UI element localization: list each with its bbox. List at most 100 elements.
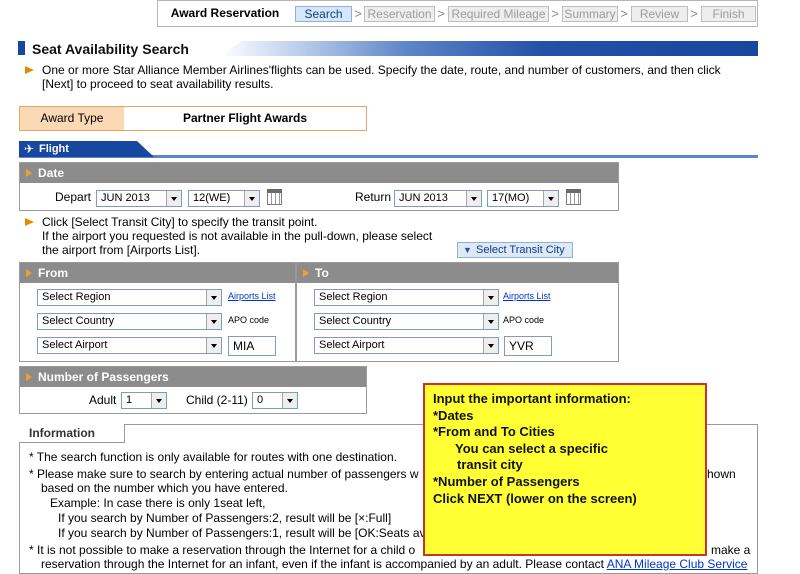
chevron-down-icon <box>166 191 181 206</box>
to-header-label: To <box>315 266 329 280</box>
passengers-header: Number of Passengers <box>20 367 366 387</box>
depart-calendar-icon[interactable] <box>267 189 282 205</box>
from-airport-select[interactable]: Select Airport <box>37 337 222 354</box>
from-region-value: Select Region <box>42 291 111 303</box>
adult-count-value: 1 <box>126 394 133 406</box>
chevron-down-icon <box>206 290 221 305</box>
depart-day-select[interactable]: 12(WE) <box>188 190 260 207</box>
from-header-label: From <box>38 266 68 280</box>
passengers-header-label: Number of Passengers <box>38 370 169 384</box>
transit-note: Click [Select Transit City] to specify t… <box>42 215 432 257</box>
step-reservation: Reservation <box>364 6 435 22</box>
depart-label: Depart <box>55 190 92 204</box>
to-airports-list-link[interactable]: Airports List <box>503 291 551 301</box>
flight-tab: Flight <box>19 141 154 157</box>
chevron-down-icon <box>206 338 221 353</box>
callout-line-2: *Dates <box>433 407 474 423</box>
award-reservation-label: Award Reservation <box>170 6 280 20</box>
callout-line-6: *Number of Passengers <box>433 473 580 489</box>
from-country-select[interactable]: Select Country <box>37 313 222 330</box>
child-count-select[interactable]: 0 <box>252 392 298 409</box>
to-country-value: Select Country <box>319 315 392 327</box>
callout-line-1: Input the important information: <box>433 391 631 406</box>
chevron-down-icon <box>466 191 481 206</box>
info-line-8-text: reservation through the Internet for an … <box>41 557 607 571</box>
to-region-value: Select Region <box>319 291 388 303</box>
return-month-value: JUN 2013 <box>399 192 448 204</box>
depart-day-value: 12(WE) <box>193 192 231 204</box>
return-month-select[interactable]: JUN 2013 <box>394 190 482 207</box>
chevron-down-icon <box>483 314 498 329</box>
information-tab: Information <box>19 424 125 443</box>
info-line-4: Example: In case there is only 1seat lef… <box>50 496 266 510</box>
info-line-8: reservation through the Internet for an … <box>41 557 747 571</box>
chevron-down-icon <box>151 393 166 408</box>
child-count-value: 0 <box>257 394 264 406</box>
chevron-down-icon <box>206 314 221 329</box>
callout-line-5: transit city <box>457 457 523 473</box>
to-apo-code-input[interactable]: YVR <box>504 336 552 356</box>
step-review: Review <box>631 6 688 22</box>
chevron-down-icon <box>483 338 498 353</box>
header-arrow-icon <box>26 373 32 381</box>
step-arrow-icon: > <box>354 6 362 21</box>
depart-month-value: JUN 2013 <box>101 192 150 204</box>
header-arrow-icon <box>26 269 32 277</box>
return-day-value: 17(MO) <box>492 192 530 204</box>
header-arrow-icon <box>26 169 32 177</box>
from-header: From <box>20 263 295 283</box>
info-line-7-end: make a <box>711 543 751 557</box>
ana-mileage-club-link[interactable]: ANA Mileage Club Service <box>607 557 748 571</box>
to-airport-select[interactable]: Select Airport <box>314 337 499 354</box>
chevron-down-icon <box>543 191 558 206</box>
info-line-1: * The search function is only available … <box>29 450 397 464</box>
step-finish: Finish <box>701 6 756 22</box>
from-apo-code-input[interactable]: MIA <box>228 336 276 356</box>
from-airport-value: Select Airport <box>42 339 108 351</box>
step-arrow-icon: > <box>620 6 628 21</box>
step-arrow-icon: > <box>551 6 559 21</box>
chevron-down-icon <box>483 290 498 305</box>
title-decoration-band <box>220 41 758 56</box>
transit-note-line1: Click [Select Transit City] to specify t… <box>42 215 318 229</box>
transit-note-line3: the airport from [Airports List]. <box>42 243 201 257</box>
return-calendar-icon[interactable] <box>566 189 581 205</box>
passengers-panel: Number of Passengers Adult 1 Child (2-11… <box>19 366 367 414</box>
to-header: To <box>297 263 618 283</box>
orange-bullet-icon <box>25 218 34 226</box>
from-airports-list-link[interactable]: Airports List <box>228 291 276 301</box>
to-country-select[interactable]: Select Country <box>314 313 499 330</box>
transit-note-line2: If the airport you requested is not avai… <box>42 229 433 243</box>
orange-bullet-icon <box>25 66 34 74</box>
date-header-label: Date <box>38 166 65 180</box>
select-transit-city-button[interactable]: ▼ Select Transit City <box>457 242 573 258</box>
return-label: Return <box>355 190 392 204</box>
from-apo-code-label: APO code <box>228 315 270 325</box>
to-region-select[interactable]: Select Region <box>314 289 499 306</box>
adult-count-select[interactable]: 1 <box>121 392 167 409</box>
step-arrow-icon: > <box>437 6 445 21</box>
depart-month-select[interactable]: JUN 2013 <box>96 190 182 207</box>
award-type-value: Partner Flight Awards <box>182 111 308 125</box>
adult-label: Adult <box>89 393 117 407</box>
child-label: Child (2-11) <box>186 393 248 407</box>
from-panel: From Select Region Airports List Select … <box>19 262 296 362</box>
select-transit-city-label: Select Transit City <box>476 244 565 256</box>
from-country-value: Select Country <box>42 315 115 327</box>
chevron-down-icon <box>282 393 297 408</box>
step-arrow-icon: > <box>690 6 698 21</box>
info-line-6: If you search by Number of Passengers:1,… <box>58 526 426 540</box>
callout-line-7: Click NEXT (lower on the screen) <box>433 490 637 506</box>
info-line-2: * Please make sure to search by entering… <box>29 467 419 481</box>
step-required-mileage: Required Mileage <box>448 6 549 22</box>
return-day-select[interactable]: 17(MO) <box>487 190 559 207</box>
info-line-3: based on the number which you have enter… <box>41 481 288 495</box>
from-region-select[interactable]: Select Region <box>37 289 222 306</box>
callout-line-4: You can select a specific <box>455 440 608 456</box>
to-panel: To Select Region Airports List Select Co… <box>296 262 619 362</box>
header-arrow-icon <box>303 269 309 277</box>
airplane-icon: ✈ <box>24 142 35 156</box>
info-line-5: If you search by Number of Passengers:2,… <box>58 511 392 525</box>
page-title: Seat Availability Search <box>32 41 189 57</box>
info-line-2-end: hown <box>707 467 736 481</box>
